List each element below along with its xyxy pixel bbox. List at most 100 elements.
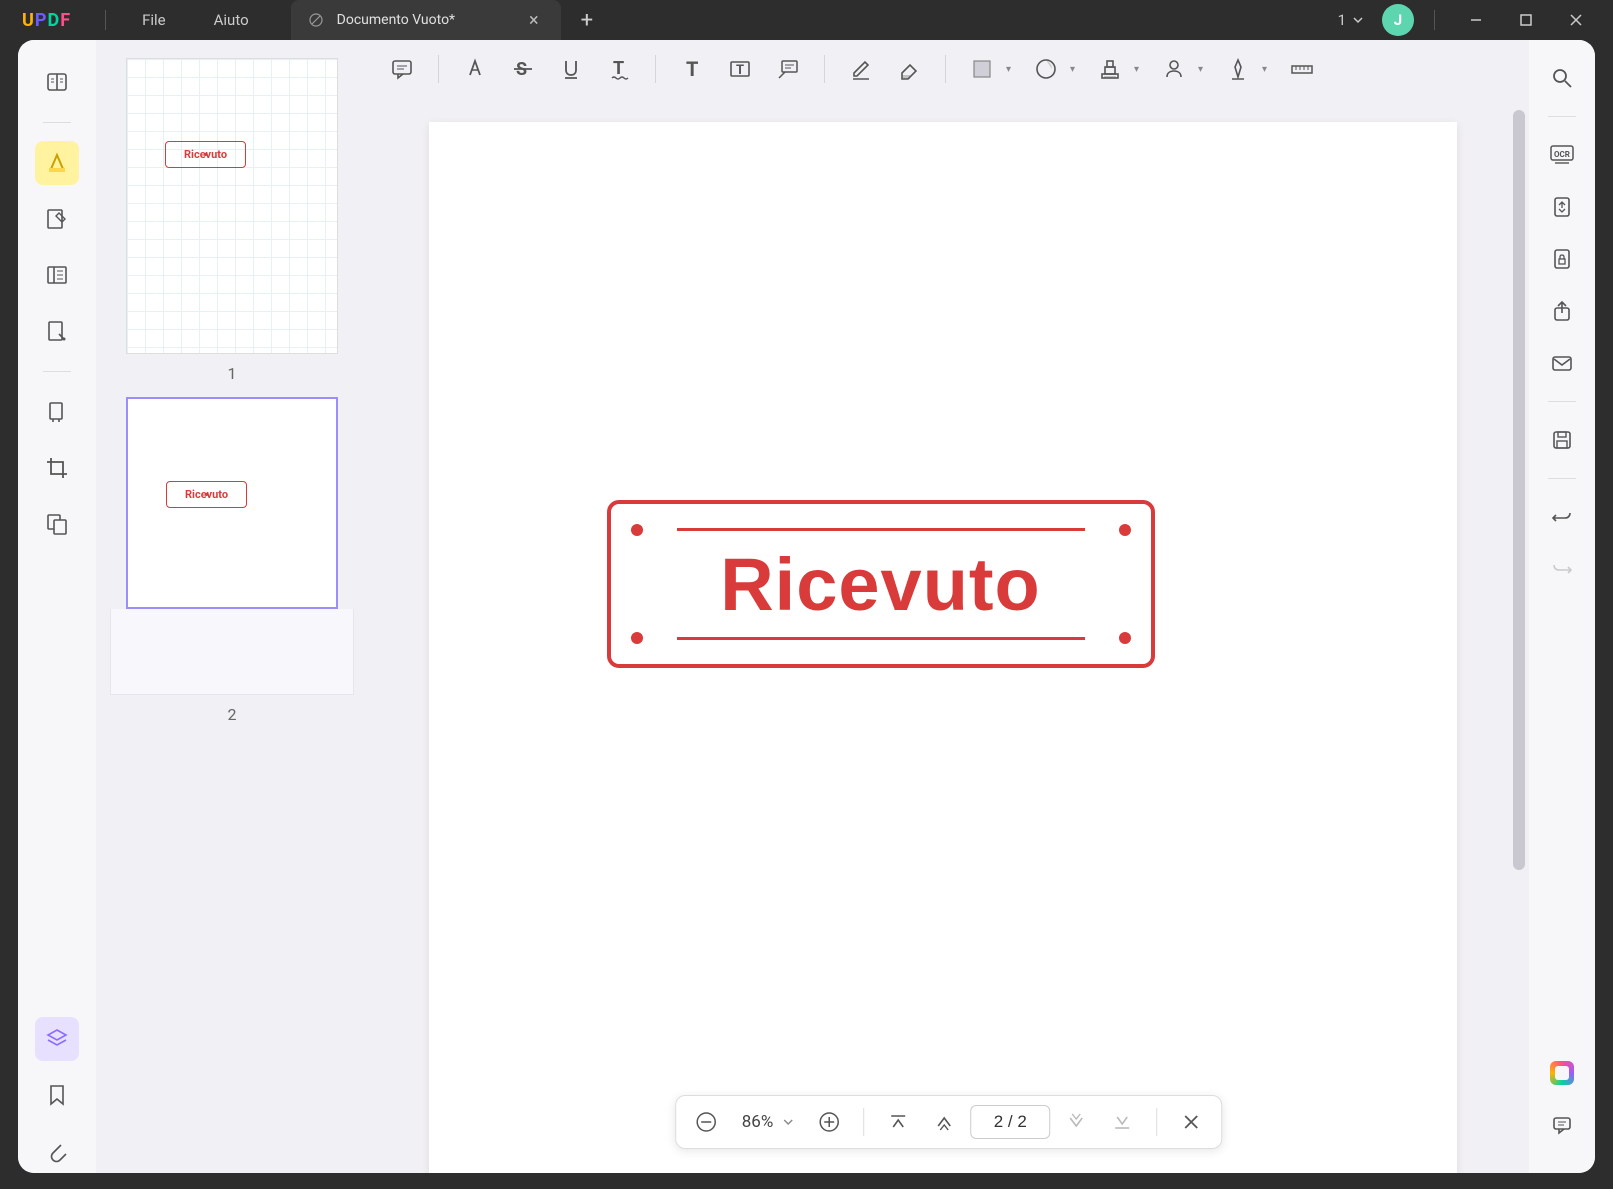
email-button[interactable]	[1542, 343, 1582, 383]
comment-tool[interactable]	[380, 47, 424, 91]
separator	[438, 55, 439, 83]
undo-button[interactable]	[1542, 497, 1582, 537]
right-sidebar: OCR	[1529, 40, 1595, 1173]
signature-tool[interactable]	[1152, 47, 1196, 91]
separator	[655, 55, 656, 83]
stamp-decoration	[631, 632, 643, 644]
share-button[interactable]	[1542, 291, 1582, 331]
tab-close-button[interactable]: ×	[523, 10, 545, 31]
document-area: S T T T	[368, 40, 1529, 1173]
squiggly-tool[interactable]: T	[597, 47, 641, 91]
stamp-dropdown[interactable]: ▾	[1134, 64, 1142, 75]
next-page-button[interactable]	[1056, 1102, 1096, 1142]
close-zoombar-button[interactable]	[1171, 1102, 1211, 1142]
prev-page-button[interactable]	[924, 1102, 964, 1142]
reader-mode-button[interactable]	[35, 60, 79, 104]
ai-assistant-button[interactable]	[1542, 1053, 1582, 1093]
save-button[interactable]	[1542, 420, 1582, 460]
sticker-tool[interactable]	[1024, 47, 1068, 91]
separator	[43, 371, 71, 372]
compare-button[interactable]	[35, 502, 79, 546]
zoom-level-display[interactable]: 86%	[732, 1112, 804, 1132]
vertical-scrollbar[interactable]	[1513, 110, 1525, 1153]
highlight-tool[interactable]	[453, 47, 497, 91]
svg-text:T: T	[686, 57, 698, 81]
menu-file[interactable]: File	[118, 11, 190, 29]
first-page-button[interactable]	[878, 1102, 918, 1142]
chevron-down-icon	[1352, 14, 1364, 26]
annotate-mode-button[interactable]	[35, 141, 79, 185]
separator	[1156, 1108, 1157, 1136]
eraser-tool[interactable]	[887, 47, 931, 91]
sticker-dropdown[interactable]: ▾	[1070, 64, 1078, 75]
titlebar: UPDF File Aiuto Documento Vuoto* × + 1 J	[0, 0, 1613, 40]
redo-button[interactable]	[1542, 549, 1582, 589]
page-number-input[interactable]	[970, 1105, 1050, 1139]
stamp-text: Ricevuto	[720, 542, 1041, 627]
document-viewport[interactable]: Ricevuto	[368, 98, 1529, 1173]
scrollbar-thumb[interactable]	[1513, 110, 1525, 870]
separator	[105, 10, 106, 30]
stamp-tool[interactable]	[1088, 47, 1132, 91]
stamp-ricevuto[interactable]: Ricevuto	[607, 500, 1155, 668]
convert-button[interactable]	[1542, 187, 1582, 227]
search-button[interactable]	[1542, 58, 1582, 98]
form-mode-button[interactable]	[35, 309, 79, 353]
shape-dropdown[interactable]: ▾	[1006, 64, 1014, 75]
edit-mode-button[interactable]	[35, 197, 79, 241]
thumbnail-page-2[interactable]: Ricevuto 2	[110, 397, 354, 724]
new-tab-button[interactable]: +	[561, 8, 613, 33]
attachment-button[interactable]	[35, 1129, 79, 1173]
annotation-toolbar: S T T T	[368, 40, 1529, 98]
notification-indicator[interactable]: 1	[1328, 11, 1374, 29]
thumbnail-page-1[interactable]: Ricevuto 1	[110, 58, 354, 383]
strikethrough-tool[interactable]: S	[501, 47, 545, 91]
separator	[863, 1108, 864, 1136]
textbox-tool[interactable]: T	[718, 47, 762, 91]
pencil-tool[interactable]	[839, 47, 883, 91]
minimize-button[interactable]	[1455, 13, 1497, 27]
thumb-stamp-text: Ricevuto	[184, 148, 227, 161]
bookmark-button[interactable]	[35, 1073, 79, 1117]
main-window: Ricevuto 1 Ricevuto 2	[18, 40, 1595, 1173]
separator	[1548, 401, 1576, 402]
separator	[43, 122, 71, 123]
page-canvas[interactable]: Ricevuto	[429, 122, 1457, 1173]
thumb-stamp-text: Ricevuto	[185, 488, 228, 501]
ocr-button[interactable]: OCR	[1542, 135, 1582, 175]
svg-text:OCR: OCR	[1554, 150, 1570, 159]
tools-button[interactable]	[35, 390, 79, 434]
last-page-button[interactable]	[1102, 1102, 1142, 1142]
organize-pages-button[interactable]	[35, 253, 79, 297]
separator	[1434, 10, 1435, 30]
text-tool[interactable]: T	[670, 47, 714, 91]
measure-tool[interactable]	[1280, 47, 1324, 91]
close-window-button[interactable]	[1555, 13, 1597, 27]
protect-button[interactable]	[1542, 239, 1582, 279]
pen-dropdown[interactable]: ▾	[1262, 64, 1270, 75]
zoom-in-button[interactable]	[809, 1102, 849, 1142]
left-sidebar	[18, 40, 96, 1173]
blank-doc-icon	[307, 11, 325, 29]
ai-icon	[1550, 1061, 1574, 1085]
stamp-decoration	[1119, 524, 1131, 536]
signature-dropdown[interactable]: ▾	[1198, 64, 1206, 75]
user-avatar[interactable]: J	[1382, 4, 1414, 36]
pen-signature-tool[interactable]	[1216, 47, 1260, 91]
underline-tool[interactable]	[549, 47, 593, 91]
thumb-page-number: 1	[110, 364, 354, 383]
stamp-decoration	[631, 524, 643, 536]
callout-tool[interactable]	[766, 47, 810, 91]
separator	[824, 55, 825, 83]
comments-panel-button[interactable]	[1542, 1105, 1582, 1145]
zoom-out-button[interactable]	[686, 1102, 726, 1142]
stamp-decoration	[677, 637, 1085, 640]
shape-tool[interactable]	[960, 47, 1004, 91]
stamp-decoration	[677, 528, 1085, 531]
menu-help[interactable]: Aiuto	[190, 11, 273, 29]
layers-button[interactable]	[35, 1017, 79, 1061]
app-logo: UPDF	[0, 10, 93, 31]
crop-button[interactable]	[35, 446, 79, 490]
document-tab[interactable]: Documento Vuoto* ×	[291, 0, 561, 40]
maximize-button[interactable]	[1505, 13, 1547, 27]
